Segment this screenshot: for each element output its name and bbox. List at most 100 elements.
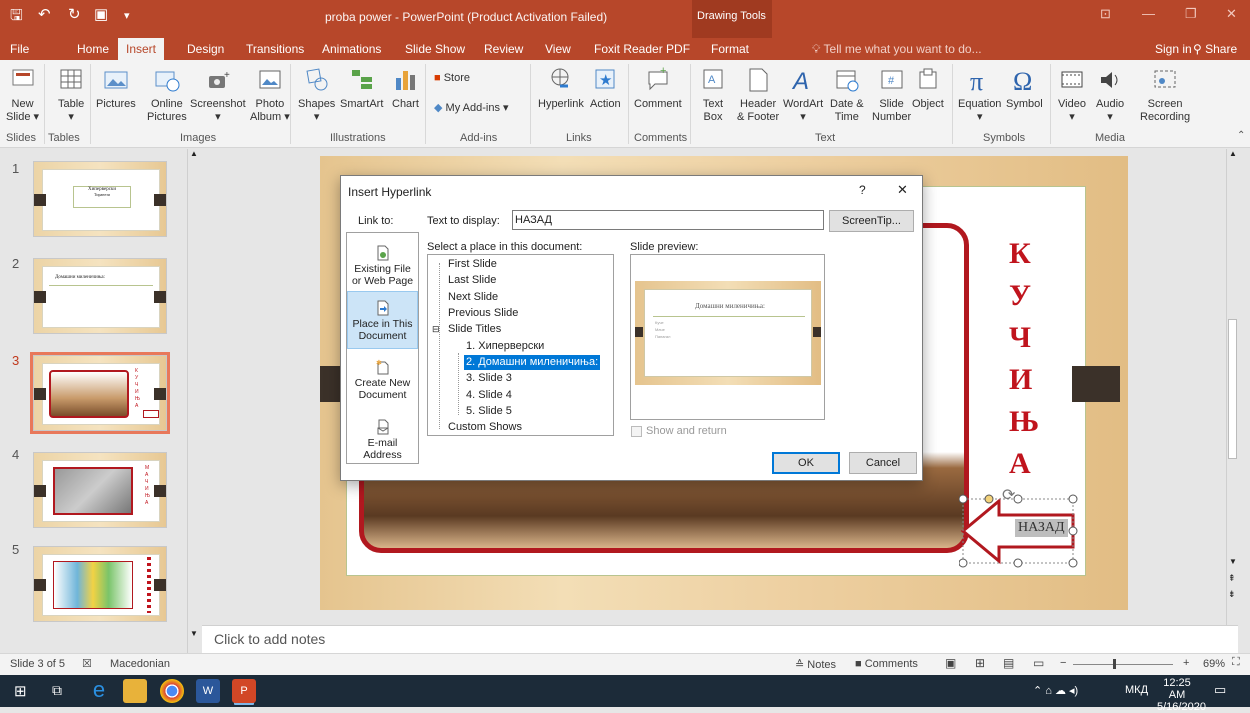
tree-slide-3[interactable]: 3. Slide 3 (466, 371, 512, 386)
clock[interactable]: 12:25 AM 5/16/2020 (1157, 677, 1206, 713)
ribbon-options-icon[interactable]: ⊡ (1100, 6, 1111, 22)
tab-slideshow[interactable]: Slide Show (405, 42, 465, 56)
close-window-icon[interactable]: ✕ (1226, 6, 1237, 22)
wordart-button[interactable]: A WordArt ▾ (783, 66, 823, 124)
zoom-in-icon[interactable]: + (1183, 657, 1189, 669)
tell-me-search[interactable]: 💡︎ Tell me what you want to do... (812, 42, 982, 57)
scroll-down-icon[interactable]: ▼ (190, 629, 198, 638)
notifications-icon[interactable]: ▭ (1214, 682, 1226, 698)
cancel-button[interactable]: Cancel (849, 452, 917, 474)
tree-previous-slide[interactable]: Previous Slide (448, 306, 518, 321)
notes-pane[interactable]: Click to add notes (202, 625, 1238, 653)
slideshow-view-icon[interactable]: ▭ (1033, 656, 1044, 670)
tree-slide-1[interactable]: 1. Хиперверски (466, 339, 544, 354)
system-tray-icons[interactable]: ⌃ ⌂ ☁ ◂) (1033, 684, 1078, 697)
screentip-button[interactable]: ScreenTip... (829, 210, 914, 232)
header-footer-button[interactable]: Header & Footer (737, 66, 779, 124)
presentation-start-icon[interactable]: ▣ (94, 5, 108, 23)
previous-slide-icon[interactable]: ⇞ (1228, 573, 1236, 584)
slide-thumbnail-3[interactable]: К У Ч И Њ А (30, 352, 170, 434)
screenshot-button[interactable]: + Screenshot ▾ (190, 66, 246, 124)
tree-first-slide[interactable]: First Slide (448, 257, 497, 272)
maximize-icon[interactable]: ❐ (1185, 6, 1197, 22)
customize-qat-icon[interactable]: ▾ (124, 9, 130, 22)
back-button-text[interactable]: НАЗАД (1015, 519, 1068, 537)
slide-thumbnail-4[interactable]: М А Ч И Њ А (33, 452, 167, 528)
slide-thumbnail-1[interactable]: Хиперверски Тиранeзи (33, 161, 167, 237)
rotate-handle-icon[interactable]: ⟳ (1002, 485, 1015, 505)
comments-toggle[interactable]: ■ Comments (855, 658, 918, 670)
tab-transitions[interactable]: Transitions (246, 42, 304, 56)
input-language[interactable]: МКД (1125, 684, 1148, 696)
zoom-out-icon[interactable]: − (1060, 657, 1066, 669)
windows-start-icon[interactable]: ⊞ (14, 682, 27, 700)
new-slide-button[interactable]: New Slide ▾ (6, 66, 39, 124)
text-to-display-input[interactable]: НАЗАД (512, 210, 824, 230)
tree-custom-shows[interactable]: Custom Shows (448, 420, 522, 435)
text-box-button[interactable]: A Text Box (700, 66, 726, 124)
word-icon[interactable]: W (196, 679, 220, 703)
undo-icon[interactable]: ↶ (38, 5, 51, 23)
store-button[interactable]: ■ Store (434, 72, 470, 85)
existing-file-option[interactable]: Existing File or Web Page (347, 245, 418, 287)
slide-thumbnail-5[interactable] (33, 546, 167, 622)
tree-collapse-icon[interactable]: ⊟ (432, 322, 440, 337)
minimize-icon[interactable]: — (1142, 6, 1155, 21)
video-button[interactable]: Video ▾ (1058, 66, 1086, 124)
table-button[interactable]: Table ▾ (58, 66, 84, 124)
date-time-button[interactable]: Date & Time (830, 66, 864, 124)
reading-view-icon[interactable]: ▤ (1003, 656, 1014, 670)
language[interactable]: Macedonian (110, 658, 170, 670)
object-button[interactable]: Object (912, 66, 944, 111)
redo-icon[interactable]: ↻ (68, 5, 81, 23)
show-and-return-checkbox[interactable] (631, 426, 642, 437)
canvas-scrollbar[interactable]: ▲ ▼ ⇞ ⇟ (1226, 149, 1238, 625)
next-slide-icon[interactable]: ⇟ (1228, 589, 1236, 600)
ok-button[interactable]: OK (772, 452, 840, 474)
symbol-button[interactable]: Ω Symbol (1006, 66, 1043, 111)
scroll-up-icon[interactable]: ▲ (1229, 149, 1237, 158)
tree-slide-2[interactable]: 2. Домашни миленичиња: (462, 354, 602, 371)
tab-home[interactable]: Home (77, 42, 109, 56)
photo-album-button[interactable]: Photo Album ▾ (250, 66, 290, 124)
zoom-slider[interactable] (1073, 664, 1173, 665)
slide-sorter-icon[interactable]: ⊞ (975, 656, 985, 670)
scroll-thumb[interactable] (1228, 319, 1237, 459)
action-button[interactable]: ★ Action (590, 66, 621, 111)
scroll-up-icon[interactable]: ▲ (190, 149, 198, 158)
slide-number-button[interactable]: # Slide Number (872, 66, 911, 124)
normal-view-icon[interactable]: ▣ (945, 656, 956, 670)
screen-recording-button[interactable]: Screen Recording (1140, 66, 1190, 124)
smartart-button[interactable]: SmartArt (340, 66, 383, 111)
tab-insert[interactable]: Insert (118, 38, 165, 60)
hyperlink-button[interactable]: Hyperlink (538, 66, 584, 111)
tab-format[interactable]: Format (711, 42, 749, 56)
powerpoint-icon[interactable]: P (232, 679, 256, 703)
share-button[interactable]: ⚲ Share (1193, 42, 1237, 56)
fit-slide-icon[interactable]: ⛶ (1232, 656, 1240, 669)
chart-button[interactable]: Chart (392, 66, 419, 111)
sign-in-link[interactable]: Sign in (1155, 42, 1192, 56)
chrome-icon[interactable] (160, 679, 184, 703)
create-new-document-option[interactable]: ✱ Create New Document (347, 359, 418, 401)
zoom-slider-thumb[interactable] (1113, 659, 1116, 669)
edge-icon[interactable]: e (87, 679, 111, 703)
file-explorer-icon[interactable] (123, 679, 147, 703)
tree-slide-titles[interactable]: Slide Titles (448, 322, 501, 337)
email-address-option[interactable]: E-mail Address (347, 419, 418, 461)
tree-next-slide[interactable]: Next Slide (448, 290, 498, 305)
collapse-ribbon-icon[interactable]: ⌃ (1237, 130, 1245, 141)
thumbnail-scrollbar[interactable]: ▲ ▼ (187, 149, 200, 653)
zoom-level[interactable]: 69% (1203, 658, 1225, 670)
task-view-icon[interactable]: ⧉ (52, 682, 62, 699)
help-button[interactable]: ? (859, 183, 866, 197)
scroll-down-icon[interactable]: ▼ (1229, 557, 1237, 566)
tab-animations[interactable]: Animations (322, 42, 381, 56)
notes-toggle[interactable]: ≙ Notes (795, 658, 836, 671)
slide-thumbnail-2[interactable]: Домашни миленичиња: (33, 258, 167, 334)
dialog-close-button[interactable]: ✕ (897, 182, 908, 198)
shapes-button[interactable]: Shapes ▾ (298, 66, 335, 124)
tab-design[interactable]: Design (187, 42, 224, 56)
tab-view[interactable]: View (545, 42, 571, 56)
tree-slide-5[interactable]: 5. Slide 5 (466, 404, 512, 419)
